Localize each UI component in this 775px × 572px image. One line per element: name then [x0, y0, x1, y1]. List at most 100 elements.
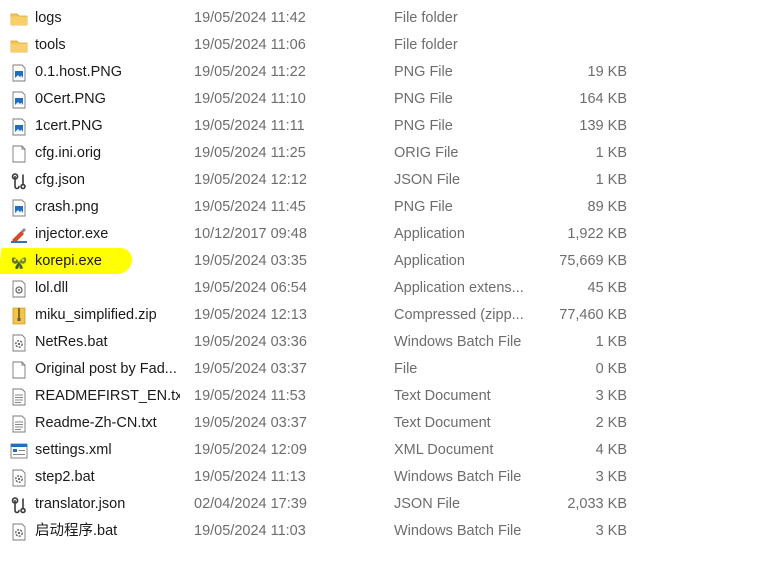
file-type: JSON File [394, 172, 461, 188]
file-name: miku_simplified.zip [35, 307, 157, 323]
file-row[interactable]: korepi.exe 19/05/2024 03:35 Application 75,… [0, 248, 775, 275]
file-size: 89 KB [587, 199, 628, 215]
file-date-modified: 19/05/2024 12:12 [194, 172, 307, 188]
file-date-modified: 10/12/2017 09:48 [194, 226, 307, 242]
file-date-modified: 19/05/2024 11:25 [194, 145, 306, 161]
file-type: PNG File [394, 199, 453, 215]
file-name: settings.xml [35, 442, 112, 458]
file-size: 77,460 KB [559, 307, 627, 323]
file-size: 1 KB [595, 145, 627, 161]
json-file-icon [10, 496, 28, 514]
file-row[interactable]: Original post by Fad... 19/05/2024 03:37 F… [0, 356, 775, 383]
file-row[interactable]: crash.png 19/05/2024 11:45 PNG File 89 KB [0, 194, 775, 221]
file-date-modified: 19/05/2024 11:42 [194, 10, 306, 26]
file-type: PNG File [394, 118, 453, 134]
file-date-modified: 19/05/2024 11:03 [194, 523, 306, 539]
file-row[interactable]: 0Cert.PNG 19/05/2024 11:10 PNG File 164 KB [0, 86, 775, 113]
file-size: 1,922 KB [567, 226, 627, 242]
file-date-modified: 19/05/2024 11:22 [194, 64, 306, 80]
file-date-modified: 19/05/2024 03:36 [194, 334, 307, 350]
file-size: 75,669 KB [559, 253, 627, 269]
file-name: step2.bat [35, 469, 95, 485]
text-file-icon [10, 388, 28, 406]
file-row[interactable]: 1cert.PNG 19/05/2024 11:11 PNG File 139 KB [0, 113, 775, 140]
file-row[interactable]: cfg.ini.orig 19/05/2024 11:25 ORIG File 1 K… [0, 140, 775, 167]
folder-icon [10, 10, 28, 28]
file-type: File folder [394, 37, 458, 53]
file-size: 164 KB [579, 91, 627, 107]
file-row[interactable]: miku_simplified.zip 19/05/2024 12:13 Compr… [0, 302, 775, 329]
file-date-modified: 19/05/2024 03:35 [194, 253, 307, 269]
file-row[interactable]: tools 19/05/2024 11:06 File folder [0, 32, 775, 59]
file-name: Original post by Fad... [35, 361, 177, 377]
file-row[interactable]: READMEFIRST_EN.txt 19/05/2024 11:53 Text D… [0, 383, 775, 410]
file-type: PNG File [394, 64, 453, 80]
file-name: cfg.json [35, 172, 85, 188]
file-name: NetRes.bat [35, 334, 108, 350]
file-name: READMEFIRST_EN.txt [35, 388, 180, 404]
file-row[interactable]: NetRes.bat 19/05/2024 03:36 Windows Batch … [0, 329, 775, 356]
file-type: Windows Batch File [394, 523, 522, 539]
file-date-modified: 19/05/2024 11:11 [194, 118, 305, 134]
file-name: 启动程序.bat [35, 523, 118, 539]
file-type: XML Document [394, 442, 494, 458]
file-name: 0.1.host.PNG [35, 64, 123, 80]
file-row[interactable]: translator.json 02/04/2024 17:39 JSON File… [0, 491, 775, 518]
file-row[interactable]: step2.bat 19/05/2024 11:13 Windows Batch F… [0, 464, 775, 491]
file-type: JSON File [394, 496, 461, 512]
file-name: lol.dll [35, 280, 69, 296]
file-type: Windows Batch File [394, 334, 522, 350]
file-size: 2 KB [595, 415, 627, 431]
file-type: Text Document [394, 415, 491, 431]
file-name: translator.json [35, 496, 126, 512]
file-type: Application extens... [394, 280, 524, 296]
file-date-modified: 19/05/2024 03:37 [194, 361, 307, 377]
file-date-modified: 19/05/2024 11:10 [194, 91, 306, 107]
injector-app-icon [10, 226, 28, 244]
batch-file-icon [10, 334, 28, 352]
file-row[interactable]: lol.dll 19/05/2024 06:54 Application exten… [0, 275, 775, 302]
json-file-icon [10, 172, 28, 190]
file-size: 0 KB [595, 361, 627, 377]
korepi-app-icon [10, 253, 28, 271]
image-file-icon [10, 118, 28, 136]
file-size: 2,033 KB [567, 496, 627, 512]
file-name: 1cert.PNG [35, 118, 103, 134]
file-date-modified: 02/04/2024 17:39 [194, 496, 307, 512]
file-type: ORIG File [394, 145, 459, 161]
file-date-modified: 19/05/2024 12:13 [194, 307, 307, 323]
image-file-icon [10, 199, 28, 217]
file-name: crash.png [35, 199, 99, 215]
image-file-icon [10, 91, 28, 109]
file-date-modified: 19/05/2024 11:06 [194, 37, 306, 53]
file-date-modified: 19/05/2024 11:53 [194, 388, 306, 404]
batch-file-icon [10, 523, 28, 541]
file-size: 1 KB [595, 172, 627, 188]
blank-file-icon [10, 145, 28, 163]
file-row[interactable]: settings.xml 19/05/2024 12:09 XML Document… [0, 437, 775, 464]
file-size: 19 KB [587, 64, 628, 80]
file-size: 1 KB [595, 334, 627, 350]
file-row[interactable]: 启动程序.bat 19/05/2024 11:03 Windows Batch Fi… [0, 518, 775, 545]
batch-file-icon [10, 469, 28, 487]
file-size: 45 KB [587, 280, 628, 296]
file-name: logs [35, 10, 62, 26]
file-type: File folder [394, 10, 458, 26]
file-type: Windows Batch File [394, 469, 522, 485]
file-size: 3 KB [595, 523, 627, 539]
folder-icon [10, 37, 28, 55]
file-name: tools [35, 37, 66, 53]
file-date-modified: 19/05/2024 11:13 [194, 469, 306, 485]
file-row[interactable]: 0.1.host.PNG 19/05/2024 11:22 PNG File 19 K… [0, 59, 775, 86]
file-type: Text Document [394, 388, 491, 404]
file-date-modified: 19/05/2024 12:09 [194, 442, 307, 458]
file-row[interactable]: cfg.json 19/05/2024 12:12 JSON File 1 KB [0, 167, 775, 194]
file-size: 3 KB [595, 469, 627, 485]
file-date-modified: 19/05/2024 11:45 [194, 199, 306, 215]
file-name: Readme-Zh-CN.txt [35, 415, 157, 431]
file-row[interactable]: logs 19/05/2024 11:42 File folder [0, 5, 775, 32]
file-row[interactable]: Readme-Zh-CN.txt 19/05/2024 03:37 Text Doc… [0, 410, 775, 437]
file-row[interactable]: injector.exe 10/12/2017 09:48 Application 1… [0, 221, 775, 248]
file-size: 4 KB [595, 442, 627, 458]
file-name: cfg.ini.orig [35, 145, 102, 161]
